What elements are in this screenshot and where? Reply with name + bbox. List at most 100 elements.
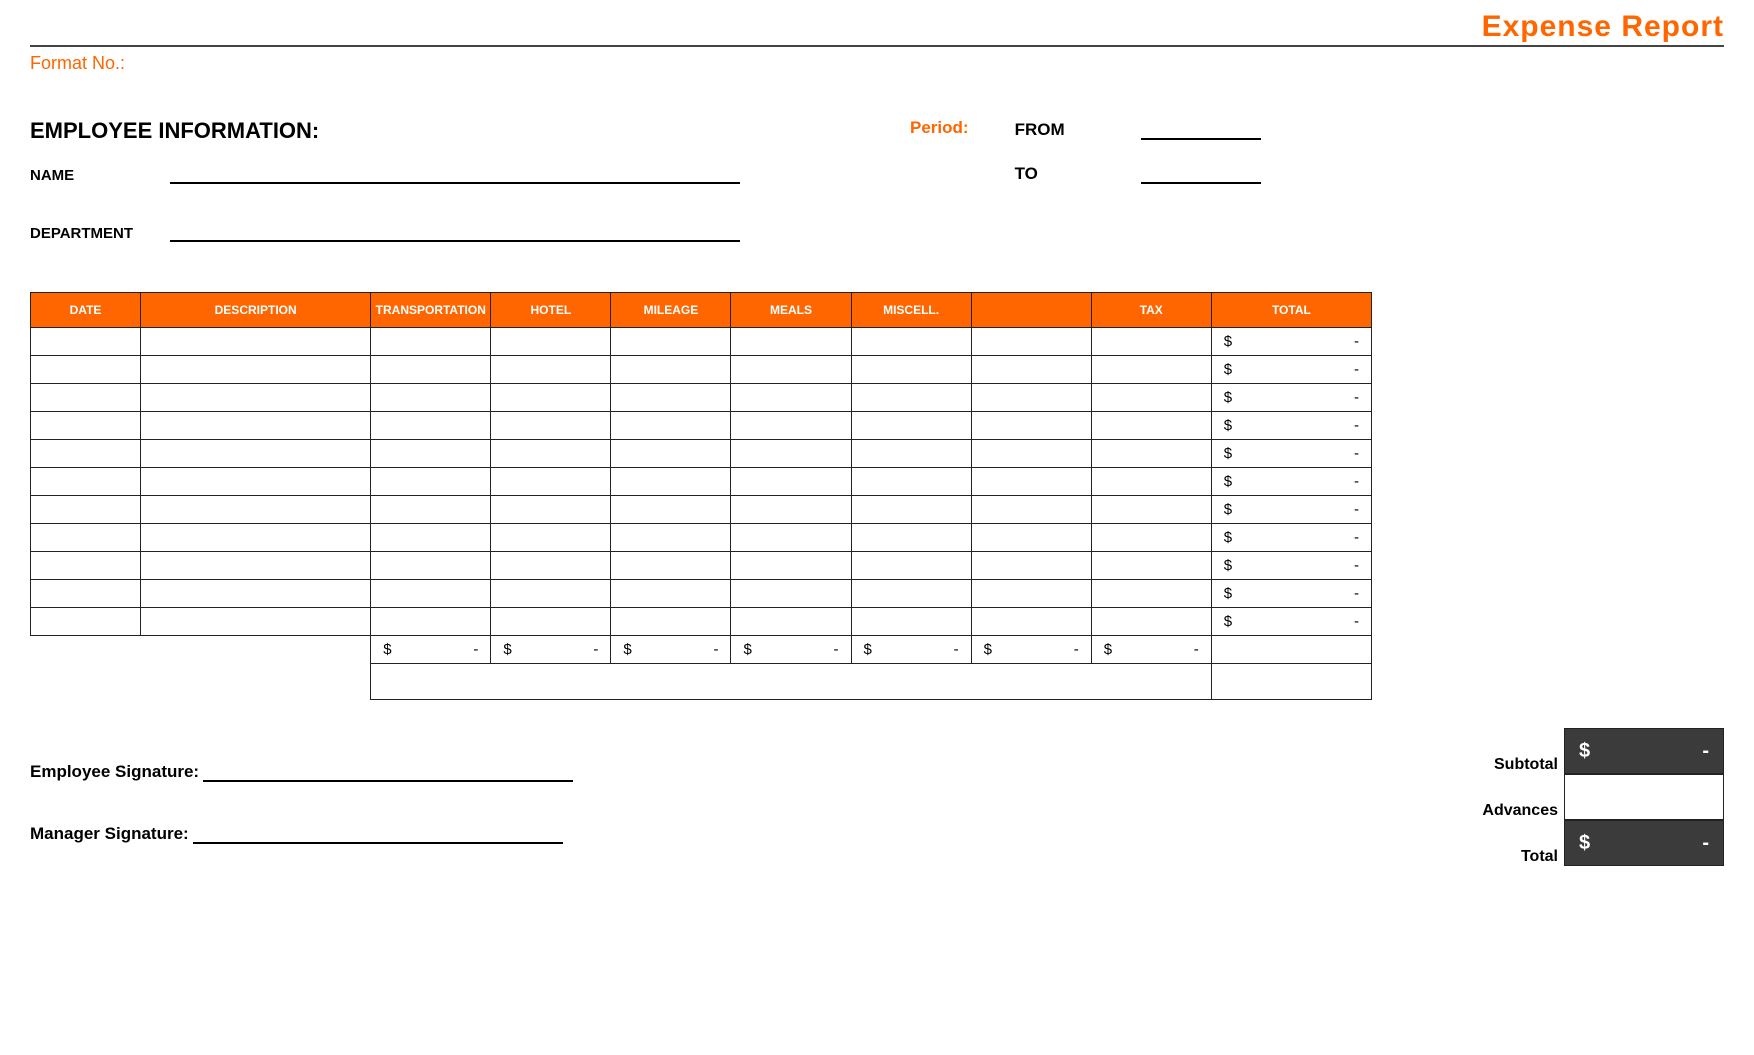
- table-cell[interactable]: [1091, 328, 1211, 356]
- table-cell[interactable]: [851, 580, 971, 608]
- table-cell[interactable]: [731, 412, 851, 440]
- table-cell[interactable]: [31, 468, 141, 496]
- table-cell[interactable]: [141, 328, 371, 356]
- name-field[interactable]: [170, 162, 740, 184]
- table-cell[interactable]: [31, 356, 141, 384]
- table-cell[interactable]: [371, 440, 491, 468]
- table-cell[interactable]: [141, 524, 371, 552]
- table-cell[interactable]: [371, 384, 491, 412]
- table-cell[interactable]: [731, 468, 851, 496]
- table-cell[interactable]: [971, 524, 1091, 552]
- table-cell[interactable]: [611, 356, 731, 384]
- table-cell[interactable]: [371, 524, 491, 552]
- table-cell[interactable]: [731, 328, 851, 356]
- table-cell[interactable]: [31, 328, 141, 356]
- table-cell[interactable]: [851, 496, 971, 524]
- table-cell[interactable]: [371, 580, 491, 608]
- table-cell[interactable]: [31, 412, 141, 440]
- table-cell[interactable]: [611, 412, 731, 440]
- table-cell[interactable]: [611, 468, 731, 496]
- table-cell[interactable]: [611, 580, 731, 608]
- table-cell[interactable]: [851, 328, 971, 356]
- table-cell[interactable]: [731, 384, 851, 412]
- table-cell[interactable]: [611, 384, 731, 412]
- table-cell[interactable]: [731, 496, 851, 524]
- table-cell[interactable]: [371, 468, 491, 496]
- table-cell[interactable]: [851, 552, 971, 580]
- table-cell[interactable]: [141, 356, 371, 384]
- table-cell[interactable]: [851, 384, 971, 412]
- table-cell[interactable]: [971, 468, 1091, 496]
- table-cell[interactable]: [371, 328, 491, 356]
- table-cell[interactable]: [731, 524, 851, 552]
- table-cell[interactable]: [731, 608, 851, 636]
- table-cell[interactable]: [611, 440, 731, 468]
- table-cell[interactable]: [1091, 440, 1211, 468]
- department-field[interactable]: [170, 220, 740, 242]
- table-cell[interactable]: [1091, 524, 1211, 552]
- table-cell[interactable]: [1091, 552, 1211, 580]
- table-cell[interactable]: [141, 608, 371, 636]
- table-cell[interactable]: [491, 328, 611, 356]
- table-cell[interactable]: [971, 440, 1091, 468]
- employee-signature-field[interactable]: [203, 760, 573, 782]
- table-cell[interactable]: [1091, 608, 1211, 636]
- table-cell[interactable]: [971, 384, 1091, 412]
- manager-signature-field[interactable]: [193, 822, 563, 844]
- table-cell[interactable]: [1091, 580, 1211, 608]
- table-cell[interactable]: [141, 580, 371, 608]
- table-cell[interactable]: [491, 440, 611, 468]
- table-cell[interactable]: [971, 608, 1091, 636]
- table-cell[interactable]: [971, 580, 1091, 608]
- table-cell[interactable]: [611, 328, 731, 356]
- table-cell[interactable]: [731, 580, 851, 608]
- table-cell[interactable]: [971, 412, 1091, 440]
- table-cell[interactable]: [731, 356, 851, 384]
- table-cell[interactable]: [731, 440, 851, 468]
- table-cell[interactable]: [971, 356, 1091, 384]
- table-cell[interactable]: [141, 496, 371, 524]
- table-cell[interactable]: [491, 552, 611, 580]
- table-cell[interactable]: [851, 440, 971, 468]
- table-cell[interactable]: [371, 552, 491, 580]
- table-cell[interactable]: [851, 608, 971, 636]
- table-cell[interactable]: [971, 328, 1091, 356]
- table-cell[interactable]: [611, 496, 731, 524]
- table-cell[interactable]: [731, 552, 851, 580]
- table-cell[interactable]: [611, 524, 731, 552]
- table-cell[interactable]: [141, 384, 371, 412]
- table-cell[interactable]: [611, 608, 731, 636]
- table-cell[interactable]: [491, 496, 611, 524]
- table-cell[interactable]: [1091, 468, 1211, 496]
- advances-value[interactable]: [1564, 774, 1724, 820]
- table-cell[interactable]: [31, 580, 141, 608]
- from-field[interactable]: [1141, 118, 1261, 140]
- table-cell[interactable]: [1091, 412, 1211, 440]
- table-cell[interactable]: [31, 440, 141, 468]
- table-cell[interactable]: [851, 412, 971, 440]
- table-cell[interactable]: [851, 524, 971, 552]
- table-cell[interactable]: [1091, 356, 1211, 384]
- table-cell[interactable]: [971, 496, 1091, 524]
- table-cell[interactable]: [851, 468, 971, 496]
- table-cell[interactable]: [371, 412, 491, 440]
- table-cell[interactable]: [371, 356, 491, 384]
- table-cell[interactable]: [851, 356, 971, 384]
- table-cell[interactable]: [141, 440, 371, 468]
- table-cell[interactable]: [491, 384, 611, 412]
- table-cell[interactable]: [31, 496, 141, 524]
- table-cell[interactable]: [611, 552, 731, 580]
- table-cell[interactable]: [371, 608, 491, 636]
- table-cell[interactable]: [971, 552, 1091, 580]
- table-cell[interactable]: [1091, 496, 1211, 524]
- table-cell[interactable]: [371, 496, 491, 524]
- table-cell[interactable]: [491, 356, 611, 384]
- table-cell[interactable]: [141, 412, 371, 440]
- table-cell[interactable]: [491, 580, 611, 608]
- table-cell[interactable]: [491, 412, 611, 440]
- table-cell[interactable]: [141, 552, 371, 580]
- table-cell[interactable]: [141, 468, 371, 496]
- table-cell[interactable]: [491, 608, 611, 636]
- table-cell[interactable]: [491, 468, 611, 496]
- to-field[interactable]: [1141, 162, 1261, 184]
